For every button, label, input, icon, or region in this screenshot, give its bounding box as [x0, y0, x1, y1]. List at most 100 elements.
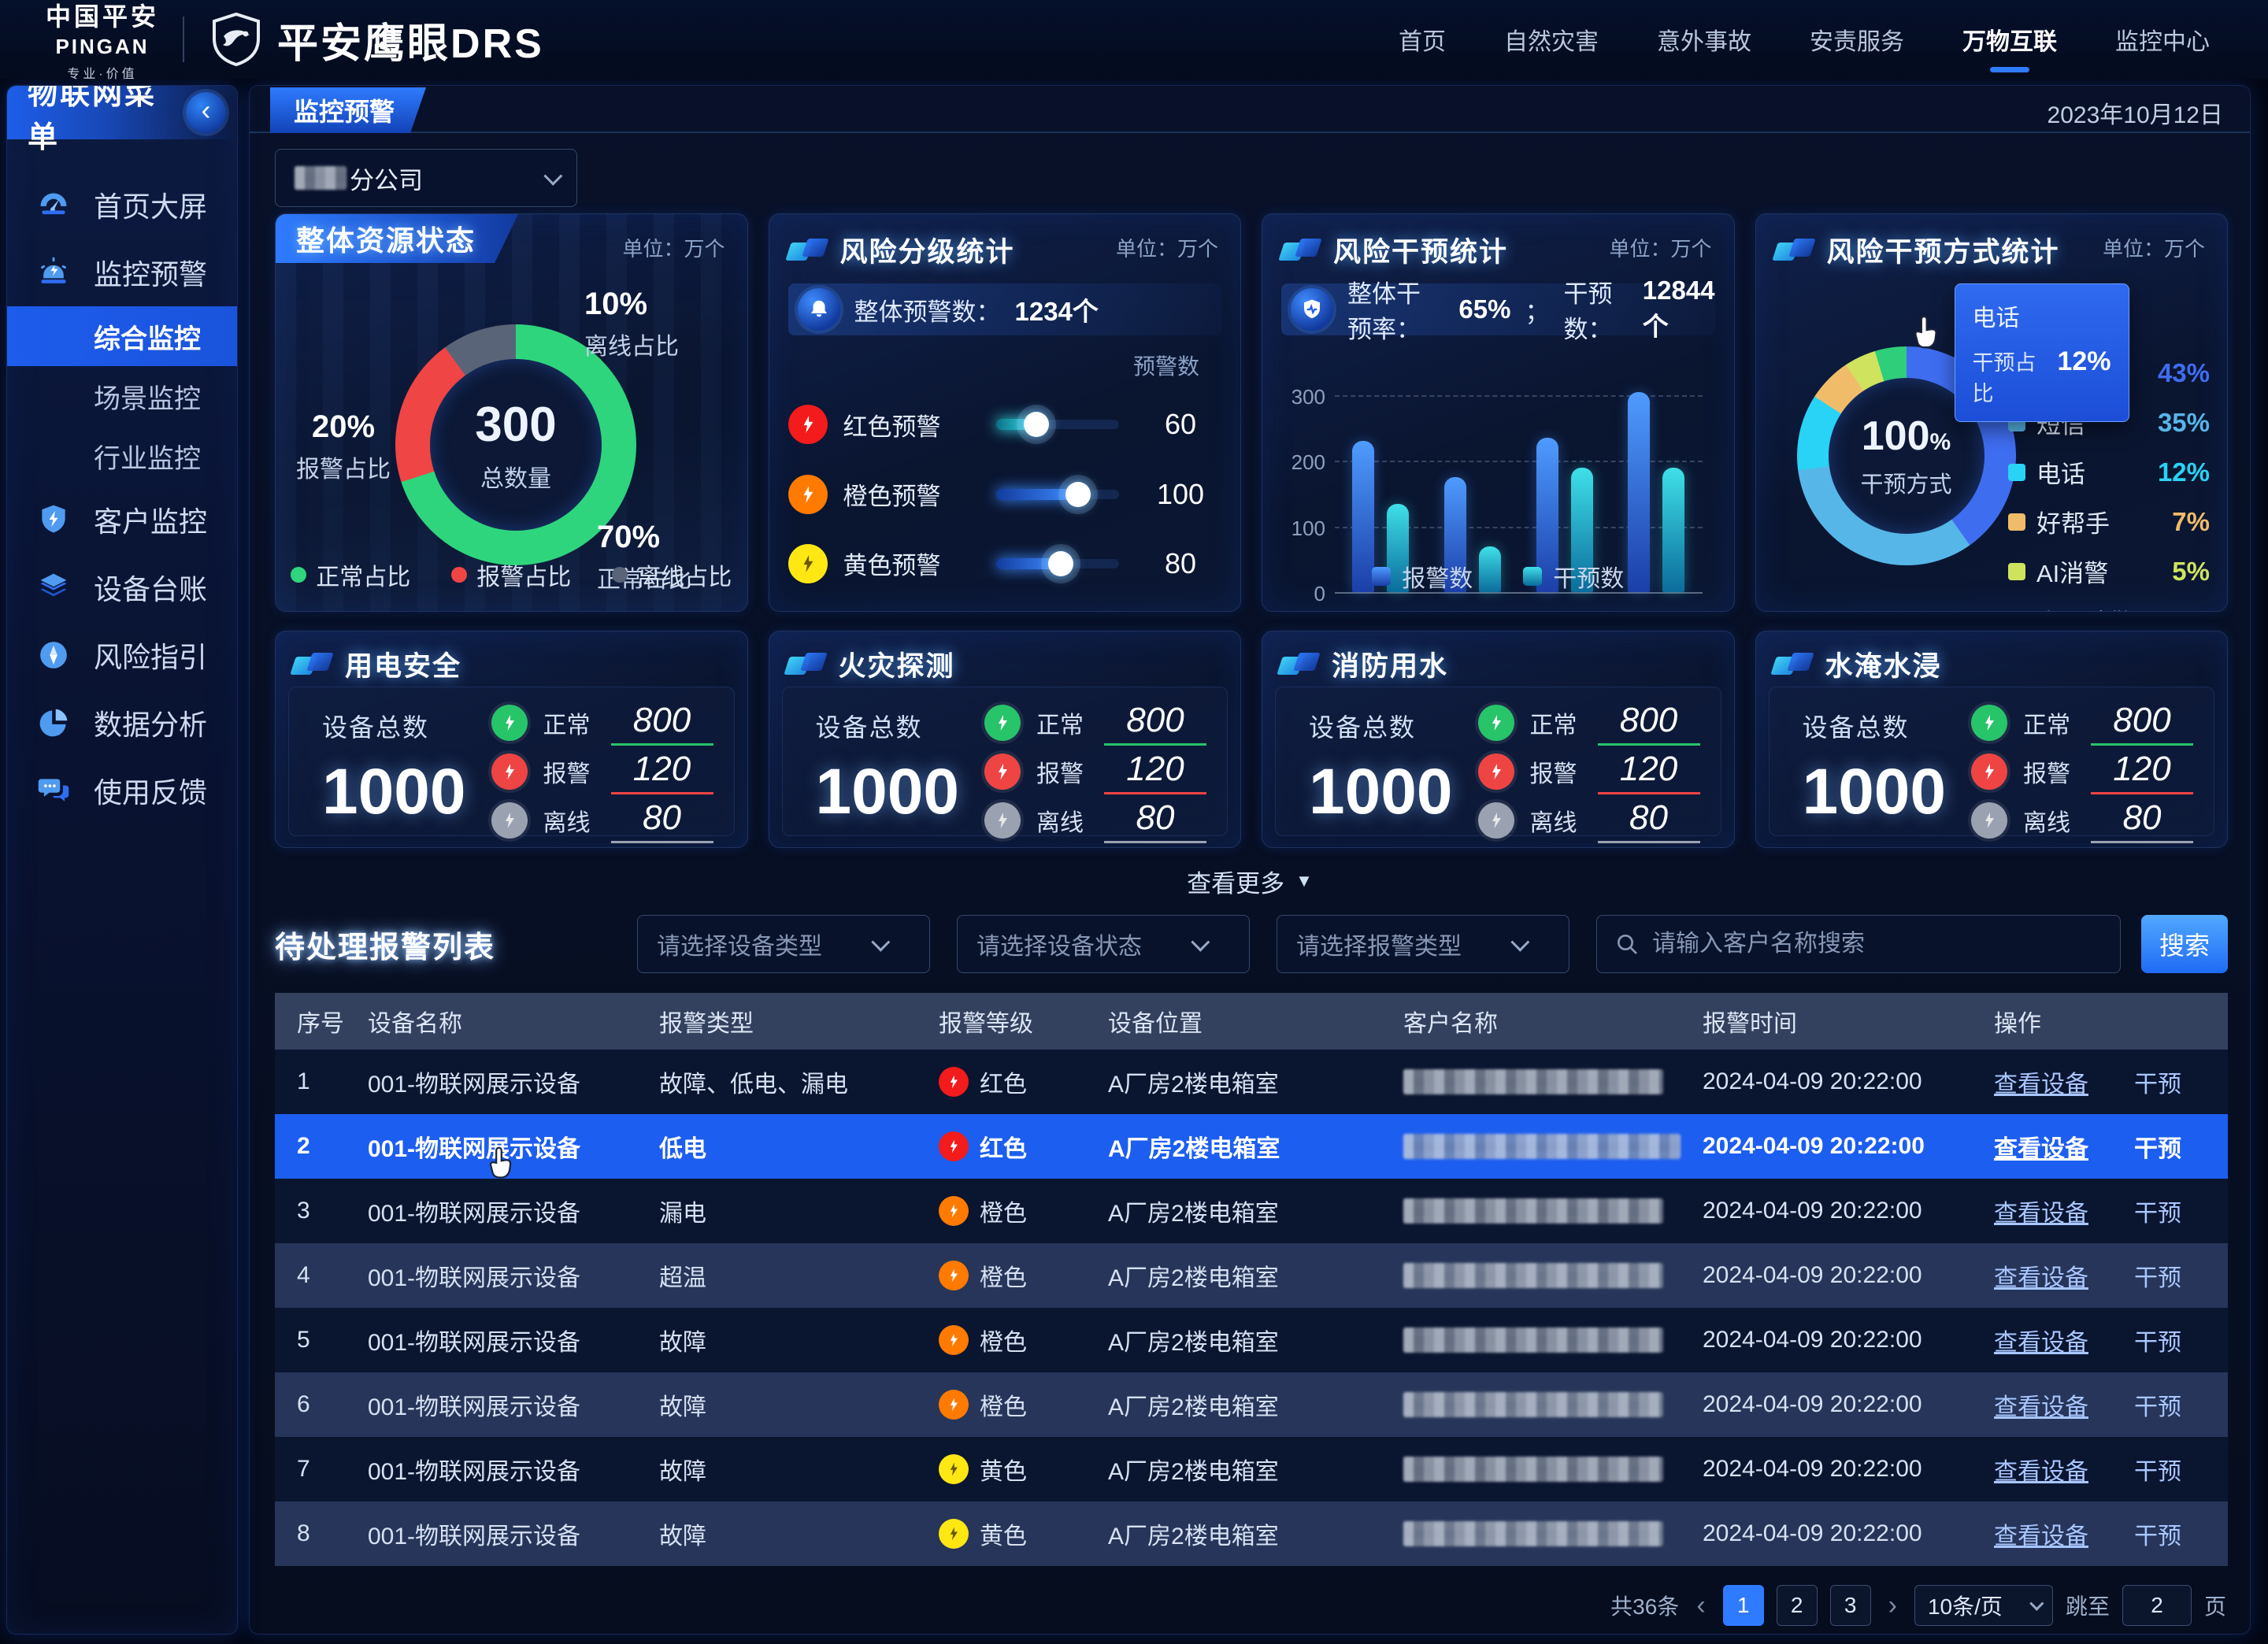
table-row-4[interactable]: 4001-物联网展示设备超温橙色A厂房2楼电箱室2024-04-09 20:22… [275, 1243, 2228, 1308]
stat-label: 离线 [2023, 803, 2091, 838]
slider-knob[interactable] [1048, 551, 1073, 576]
view-device-link[interactable]: 查看设备 [1994, 1516, 2088, 1551]
lightning-icon [946, 1268, 962, 1283]
intervene-link[interactable]: 干预 [2134, 1129, 2181, 1164]
lightning-icon [946, 1074, 962, 1090]
slider-track[interactable] [996, 559, 1120, 568]
level-badge-icon [939, 1325, 969, 1355]
device-total-block: 设备总数1000台 [783, 687, 985, 835]
hand-cursor-icon [486, 1146, 521, 1181]
nav-item-万物互联[interactable]: 万物互联 [1959, 17, 2060, 61]
redacted-customer-name [1403, 1263, 1663, 1288]
device-status-select[interactable]: 请选择设备状态 [957, 915, 1250, 973]
sidebar-item-设备台账[interactable]: 设备台账 [7, 554, 237, 621]
view-device-link[interactable]: 查看设备 [1994, 1387, 2088, 1422]
nav-item-安责服务[interactable]: 安责服务 [1807, 17, 1907, 61]
cell-actions: 查看设备 干预 [1972, 1129, 2228, 1164]
view-device-link[interactable]: 查看设备 [1994, 1323, 2088, 1357]
status-lightning-icon [1971, 754, 2007, 790]
lightning-icon [1980, 713, 1999, 732]
sidebar-subitem-综合监控[interactable]: 综合监控 [7, 306, 237, 366]
level-badge-icon [788, 475, 828, 514]
table-row-8[interactable]: 8001-物联网展示设备故障黄色A厂房2楼电箱室2024-04-09 20:22… [275, 1501, 2228, 1566]
redacted-customer-name [1403, 1134, 1681, 1159]
alarm-type-select[interactable]: 请选择报警类型 [1277, 915, 1569, 973]
card-title-row: 火灾探测 [787, 644, 955, 684]
sidebar-subitem-场景监控[interactable]: 场景监控 [7, 366, 237, 426]
view-device-link[interactable]: 查看设备 [1994, 1452, 2088, 1487]
nav-item-首页[interactable]: 首页 [1395, 17, 1449, 61]
stat-value: 120 [1104, 750, 1206, 794]
intervene-link[interactable]: 干预 [2134, 1323, 2181, 1357]
slider-track[interactable] [996, 490, 1120, 499]
device-stat-报警: 报警120 [1478, 747, 1700, 796]
table-row-5[interactable]: 5001-物联网展示设备故障橙色A厂房2楼电箱室2024-04-09 20:22… [275, 1308, 2228, 1372]
alarm-filter-bar: 待处理报警列表 请选择设备类型 请选择设备状态 请选择报警类型 搜索 [275, 911, 2228, 977]
table-row-3[interactable]: 3001-物联网展示设备漏电橙色A厂房2楼电箱室2024-04-09 20:22… [275, 1179, 2228, 1243]
page-button-2[interactable]: 2 [1777, 1585, 1818, 1626]
page-header: 监控预警 2023年10月12日 [250, 86, 2250, 133]
intervene-link[interactable]: 干预 [2134, 1258, 2181, 1293]
page-button-1[interactable]: 1 [1723, 1585, 1764, 1626]
legend-label: 离线占比 [637, 557, 732, 592]
slider-knob[interactable] [1024, 412, 1049, 437]
chevron-down-icon [543, 166, 562, 185]
pie-icon [35, 705, 72, 741]
device-total-label: 设备总数 [322, 708, 491, 744]
table-row-2[interactable]: 2001-物联网展示设备低电红色A厂房2楼电箱室2024-04-09 20:22… [275, 1114, 2228, 1179]
sidebar-subitem-行业监控[interactable]: 行业监控 [7, 426, 237, 486]
device-total-block: 设备总数1000台 [289, 687, 491, 835]
alert-icon [35, 254, 72, 291]
card-title-row: 风险干预统计 [1281, 230, 1508, 270]
nav-item-自然灾害[interactable]: 自然灾害 [1501, 17, 1602, 61]
page-button-3[interactable]: 3 [1830, 1585, 1871, 1626]
legend-percent: 35% [2158, 408, 2210, 438]
sidebar-item-监控预警[interactable]: 监控预警 [7, 239, 237, 306]
intervene-link[interactable]: 干预 [2134, 1065, 2181, 1099]
prev-page-button[interactable]: ‹ [1692, 1590, 1710, 1621]
table-row-6[interactable]: 6001-物联网展示设备故障橙色A厂房2楼电箱室2024-04-09 20:22… [275, 1372, 2228, 1437]
y-tick-label: 300 [1284, 385, 1325, 409]
lightning-icon [1980, 811, 1999, 830]
legend-label: 人工消警 [2036, 603, 2161, 612]
intervene-link[interactable]: 干预 [2134, 1387, 2181, 1422]
page-size-select[interactable]: 10条/页 [1914, 1585, 2053, 1626]
nav-item-意外事故[interactable]: 意外事故 [1654, 17, 1755, 61]
slider-track[interactable] [996, 420, 1120, 429]
device-type-select[interactable]: 请选择设备类型 [637, 915, 930, 973]
view-device-link[interactable]: 查看设备 [1994, 1065, 2088, 1099]
nav-item-label: 万物互联 [1962, 29, 2057, 55]
customer-search-input[interactable] [1652, 931, 2103, 957]
table-row-7[interactable]: 7001-物联网展示设备故障黄色A厂房2楼电箱室2024-04-09 20:22… [275, 1437, 2228, 1501]
device-stat-报警: 报警120 [984, 747, 1206, 796]
next-page-button[interactable]: › [1884, 1590, 1902, 1621]
lightning-icon [946, 1139, 962, 1154]
slider-knob[interactable] [1065, 482, 1091, 507]
intervene-link[interactable]: 干预 [2134, 1516, 2181, 1551]
branch-select[interactable]: 分公司 [275, 149, 577, 207]
table-row-1[interactable]: 1001-物联网展示设备故障、低电、漏电红色A厂房2楼电箱室2024-04-09… [275, 1050, 2228, 1114]
sidebar-item-数据分析[interactable]: 数据分析 [7, 689, 237, 757]
level-badge-icon [788, 405, 828, 444]
intervene-link[interactable]: 干预 [2134, 1194, 2181, 1228]
view-device-link[interactable]: 查看设备 [1994, 1129, 2088, 1164]
lightning-icon [500, 762, 519, 781]
search-button[interactable]: 搜索 [2141, 915, 2228, 973]
sidebar-item-客户监控[interactable]: 客户监控 [7, 486, 237, 554]
sidebar-item-首页大屏[interactable]: 首页大屏 [7, 171, 237, 239]
intervene-link[interactable]: 干预 [2134, 1452, 2181, 1487]
status-lightning-icon [491, 802, 528, 839]
sidebar-collapse-button[interactable]: ‹ [186, 92, 226, 133]
sidebar-item-风险指引[interactable]: 风险指引 [7, 621, 237, 689]
jump-page-input[interactable] [2122, 1585, 2192, 1626]
view-device-link[interactable]: 查看设备 [1994, 1258, 2088, 1293]
lightning-icon [946, 1397, 962, 1413]
nav-item-监控中心[interactable]: 监控中心 [2112, 17, 2213, 61]
tab-monitoring-alert[interactable]: 监控预警 [270, 87, 426, 133]
cell-no: 5 [275, 1327, 346, 1353]
view-more-link[interactable]: 查看更多 ▼ [250, 864, 2250, 898]
cell-alarm-type: 超温 [637, 1258, 917, 1293]
view-device-link[interactable]: 查看设备 [1994, 1194, 2088, 1228]
sidebar-item-使用反馈[interactable]: 使用反馈 [7, 757, 237, 824]
topbar: 中国平安 PINGAN 专业·价值 平安鹰眼DRS 首页自然灾害意外事故安责服务… [0, 0, 2268, 79]
